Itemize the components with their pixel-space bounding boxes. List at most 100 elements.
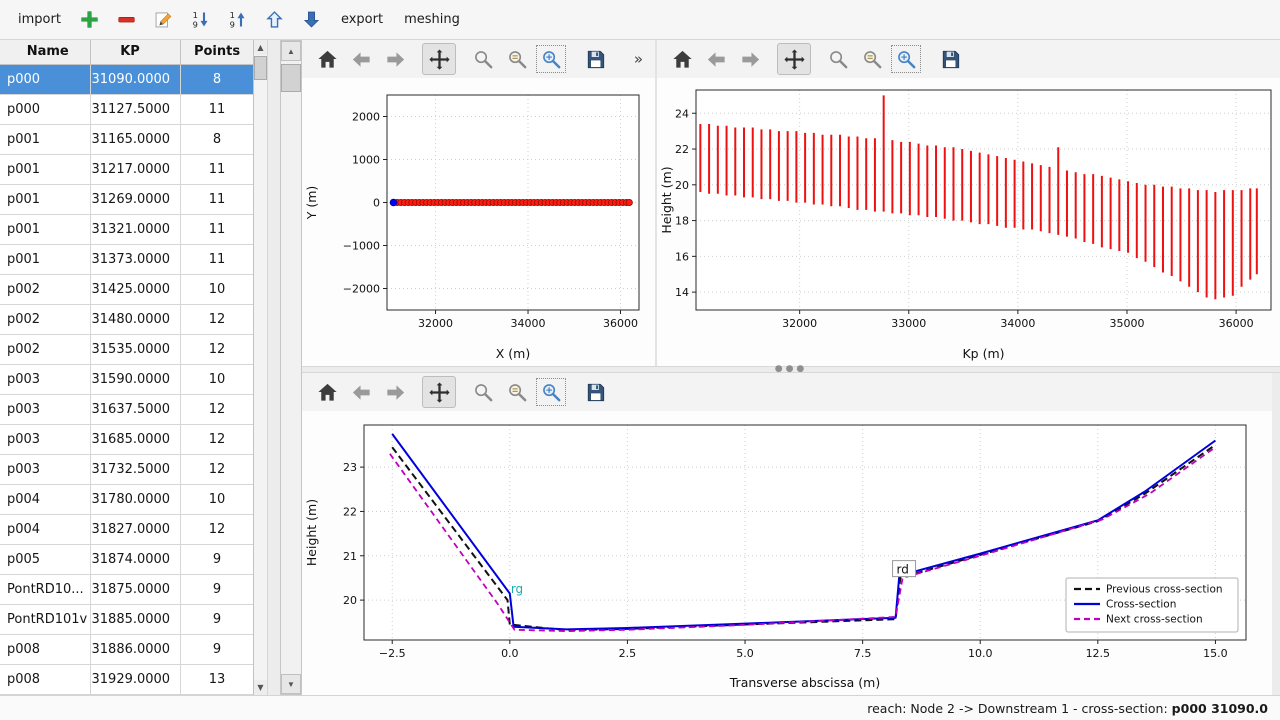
table-row[interactable]: p00331685.000012 (0, 424, 254, 454)
panel-scroll-down-button[interactable]: ▼ (281, 674, 301, 694)
table-row[interactable]: p00431827.000012 (0, 514, 254, 544)
cell-name[interactable]: p000 (0, 94, 90, 124)
cell-kp[interactable]: 31535.0000 (90, 334, 180, 364)
cell-points[interactable]: 12 (180, 394, 254, 424)
cell-points[interactable]: 9 (180, 604, 254, 634)
cross-section-home-button[interactable] (310, 376, 344, 408)
cell-points[interactable]: 10 (180, 274, 254, 304)
table-scroll-thumb[interactable] (254, 56, 267, 80)
table-row[interactable]: p00331637.500012 (0, 394, 254, 424)
long-profile-zoom-settings-button[interactable] (855, 43, 889, 75)
plan-view-zoom-button[interactable] (466, 43, 500, 75)
cross-section-back-button[interactable] (344, 376, 378, 408)
cell-name[interactable]: p003 (0, 424, 90, 454)
cell-points[interactable]: 9 (180, 634, 254, 664)
table-scrollbar[interactable]: ▲ ▼ (254, 40, 268, 695)
cell-kp[interactable]: 31929.0000 (90, 664, 180, 694)
cross-section-zoom-settings-button[interactable] (500, 376, 534, 408)
cell-name[interactable]: p004 (0, 484, 90, 514)
long-profile-forward-button[interactable] (733, 43, 767, 75)
cell-kp[interactable]: 31885.0000 (90, 604, 180, 634)
table-row[interactable]: p00131373.000011 (0, 244, 254, 274)
cell-name[interactable]: p003 (0, 394, 90, 424)
table-row[interactable]: PontRD10...31875.00009 (0, 574, 254, 604)
long-profile-save-button[interactable] (933, 43, 967, 75)
cell-name[interactable]: p000 (0, 64, 90, 94)
table-row[interactable]: p00031127.500011 (0, 94, 254, 124)
table-row[interactable]: p00131217.000011 (0, 154, 254, 184)
import-button[interactable]: import (12, 8, 67, 31)
table-row[interactable]: p00131165.00008 (0, 124, 254, 154)
table-row[interactable]: p00231425.000010 (0, 274, 254, 304)
column-header-points[interactable]: Points (180, 40, 254, 64)
cell-name[interactable]: p008 (0, 634, 90, 664)
cell-points[interactable]: 12 (180, 334, 254, 364)
cross-section-canvas[interactable]: −2.50.02.55.07.510.012.515.020212223rgrd… (302, 411, 1272, 695)
table-row[interactable]: p00831929.000013 (0, 664, 254, 694)
add-section-button[interactable] (76, 6, 104, 34)
long-profile-canvas[interactable]: 3200033000340003500036000141618202224Kp … (657, 78, 1280, 366)
cell-name[interactable]: p002 (0, 274, 90, 304)
cell-name[interactable]: p001 (0, 244, 90, 274)
cell-kp[interactable]: 31165.0000 (90, 124, 180, 154)
move-up-button[interactable] (261, 6, 289, 34)
table-row[interactable]: PontRD101v31885.00009 (0, 604, 254, 634)
cell-kp[interactable]: 31090.0000 (90, 64, 180, 94)
cross-section-pan-button[interactable] (422, 376, 456, 408)
cell-name[interactable]: p001 (0, 154, 90, 184)
cell-kp[interactable]: 31127.5000 (90, 94, 180, 124)
sort-descending-button[interactable] (187, 6, 215, 34)
edit-section-button[interactable] (150, 6, 178, 34)
plan-view-canvas[interactable]: 320003400036000−2000−1000010002000X (m)Y… (302, 78, 655, 366)
cell-points[interactable]: 11 (180, 184, 254, 214)
column-header-kp[interactable]: KP (90, 40, 180, 64)
cell-name[interactable]: p008 (0, 664, 90, 694)
cell-name[interactable]: p001 (0, 124, 90, 154)
cell-kp[interactable]: 31732.5000 (90, 454, 180, 484)
plan-view-save-button[interactable] (578, 43, 612, 75)
cell-points[interactable]: 12 (180, 454, 254, 484)
cell-kp[interactable]: 31874.0000 (90, 544, 180, 574)
cell-points[interactable]: 13 (180, 664, 254, 694)
cell-name[interactable]: p001 (0, 214, 90, 244)
plan-view-back-button[interactable] (344, 43, 378, 75)
cell-points[interactable]: 11 (180, 154, 254, 184)
horizontal-splitter[interactable]: ●●● (302, 366, 1280, 373)
table-row[interactable]: p00831886.00009 (0, 634, 254, 664)
plan-view-home-button[interactable] (310, 43, 344, 75)
table-row[interactable]: p00331590.000010 (0, 364, 254, 394)
table-row[interactable]: p00531874.00009 (0, 544, 254, 574)
export-button[interactable]: export (335, 8, 389, 31)
cell-points[interactable]: 8 (180, 124, 254, 154)
cell-points[interactable]: 9 (180, 574, 254, 604)
cell-kp[interactable]: 31480.0000 (90, 304, 180, 334)
cell-name[interactable]: PontRD101v (0, 604, 90, 634)
cell-kp[interactable]: 31321.0000 (90, 214, 180, 244)
panel-scrollbar[interactable]: ▲ ▼ (280, 40, 302, 695)
cell-kp[interactable]: 31373.0000 (90, 244, 180, 274)
splitter-handle[interactable]: ●●● (775, 367, 808, 372)
cell-name[interactable]: p002 (0, 304, 90, 334)
table-row[interactable]: p00031090.00008 (0, 64, 254, 94)
cell-kp[interactable]: 31875.0000 (90, 574, 180, 604)
panel-scroll-up-button[interactable]: ▲ (281, 41, 301, 61)
cell-name[interactable]: p003 (0, 454, 90, 484)
cell-points[interactable]: 11 (180, 244, 254, 274)
cell-points[interactable]: 10 (180, 484, 254, 514)
long-profile-zoom-select-button[interactable] (889, 43, 923, 75)
sort-ascending-button[interactable] (224, 6, 252, 34)
cell-points[interactable]: 12 (180, 304, 254, 334)
table-row[interactable]: p00231480.000012 (0, 304, 254, 334)
cell-kp[interactable]: 31685.0000 (90, 424, 180, 454)
cell-points[interactable]: 10 (180, 364, 254, 394)
plan-view-pan-button[interactable] (422, 43, 456, 75)
cell-name[interactable]: p003 (0, 364, 90, 394)
toolbar-overflow-chevron[interactable]: » (630, 50, 647, 68)
long-profile-zoom-button[interactable] (821, 43, 855, 75)
table-row[interactable]: p00331732.500012 (0, 454, 254, 484)
panel-scroll-thumb[interactable] (281, 64, 301, 92)
cell-points[interactable]: 12 (180, 514, 254, 544)
meshing-button[interactable]: meshing (398, 8, 466, 31)
cell-kp[interactable]: 31780.0000 (90, 484, 180, 514)
plan-view-forward-button[interactable] (378, 43, 412, 75)
